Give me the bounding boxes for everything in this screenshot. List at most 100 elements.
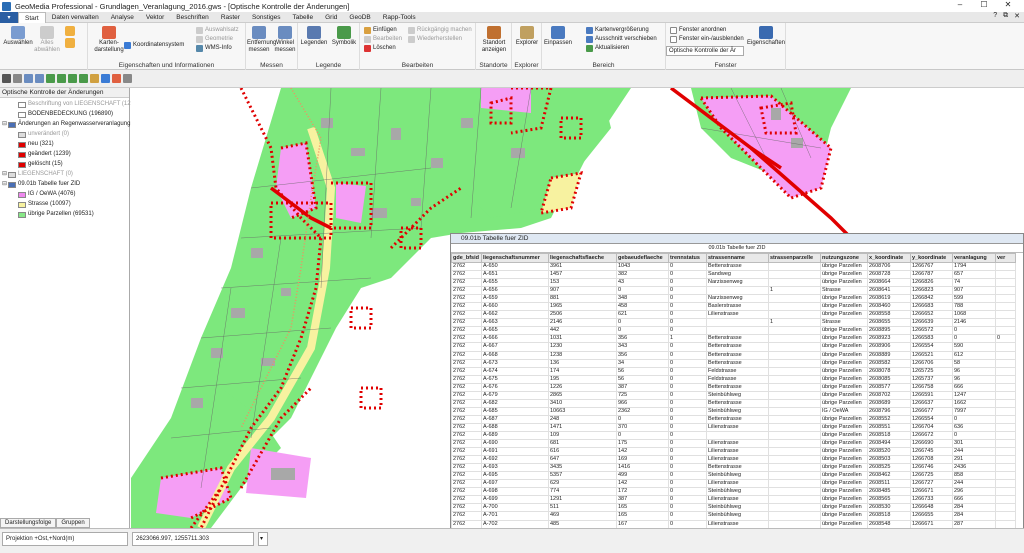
column-header[interactable]: gde_bfsid	[451, 253, 482, 263]
winkel-messen-button[interactable]: Winkel messen	[273, 26, 297, 54]
restore-icon[interactable]: ⧉	[1003, 12, 1008, 20]
table-row[interactable]: 2762 A-685 10663 2362 0 Steinbühlweg IG / OeWA…	[451, 406, 1016, 416]
tab-sonstiges[interactable]: Sonstiges	[246, 12, 287, 23]
table-row[interactable]: 2762 A-697 629 142 0 Lilienstrasse übrige Parz…	[451, 479, 1016, 489]
print-icon[interactable]	[13, 74, 22, 83]
layer-icon[interactable]	[112, 74, 121, 83]
table-row[interactable]: 2762 A-668 1238 356 0 Bettenstrasse übrige Par…	[451, 350, 1016, 360]
column-header[interactable]: liegenschaftsnummer	[481, 253, 549, 263]
help-icon[interactable]: ?	[993, 12, 997, 20]
coordinate-readout[interactable]: 2623066.997, 1255711.303	[132, 532, 254, 546]
tab-daten-verwalten[interactable]: Daten verwalten	[46, 12, 105, 23]
geometrie-button[interactable]: Geometrie	[196, 35, 233, 43]
table-row[interactable]: 2762 A-699 1291 387 0 Lilienstrasse übrige Par…	[451, 495, 1016, 505]
file-menu-button[interactable]: ▾	[0, 11, 18, 23]
einpassen-button[interactable]: Einpassen	[544, 26, 572, 47]
table-row[interactable]: 2762 A-689 109 0 0 übrige Parzellen 2608518 126…	[451, 430, 1016, 441]
wms-info-button[interactable]: WMS-Info	[196, 44, 232, 52]
column-header[interactable]: x_koordinate	[867, 253, 911, 263]
kartenvergroesserung-button[interactable]: Kartenvergrößerung	[586, 26, 649, 34]
column-header[interactable]: liegenschaftsflaeche	[548, 253, 617, 263]
column-header[interactable]: veranlagung	[952, 253, 996, 263]
column-header[interactable]: strassenparzelle	[768, 253, 821, 263]
auswaehlen-button[interactable]: Auswählen	[3, 26, 33, 47]
tab-beschriften[interactable]: Beschriften	[170, 12, 215, 23]
fit-all-icon[interactable]	[101, 74, 110, 83]
table-row[interactable]: 2762 A-650 3961 1043 0 Bettenstrasse übrige Pa…	[451, 261, 1016, 272]
table-row[interactable]: 2762 A-700 511 165 0 Steinbühlweg übrige Parze…	[451, 503, 1016, 513]
symbolik-button[interactable]: Symbolik	[330, 26, 358, 47]
close-icon[interactable]: ✕	[1014, 12, 1020, 20]
alles-abwaehlen-button[interactable]: Alles abwählen	[34, 26, 60, 54]
column-header[interactable]: nutzungszone	[820, 253, 868, 263]
table-row[interactable]: 2762 A-651 1457 382 0 Sandweg übrige Parzellen…	[451, 270, 1016, 280]
tab-rapp-tools[interactable]: Rapp-Tools	[377, 12, 422, 23]
table-row[interactable]: 2762 A-676 1226 387 0 Bettenstrasse übrige Par…	[451, 382, 1016, 392]
table-row[interactable]: 2762 A-701 469 165 0 Steinbühlweg übrige Parze…	[451, 511, 1016, 521]
tab-gruppen[interactable]: Gruppen	[56, 518, 90, 528]
legend-item[interactable]: Strasse (10097)	[12, 200, 71, 209]
legend-item[interactable]: neu (321)	[12, 140, 54, 149]
bearbeiten-button[interactable]: Bearbeiten	[364, 35, 402, 43]
table-row[interactable]: 2762 A-665 442 0 0 übrige Parzellen 2608895 126…	[451, 326, 1016, 336]
data-table[interactable]: gde_bfsid liegenschaftsnummer liegenschaft…	[451, 253, 1016, 545]
standort-anzeigen-button[interactable]: Standort anzeigen	[478, 26, 510, 54]
undo-icon[interactable]	[24, 74, 33, 83]
eigenschaften-button[interactable]: Eigenschaften	[746, 26, 786, 47]
legenden-button[interactable]: Legenden	[300, 26, 328, 47]
zoom-prev-icon[interactable]	[79, 74, 88, 83]
zoom-out-icon[interactable]	[57, 74, 66, 83]
fenster-ein-aus-button[interactable]: Fenster ein-/ausblenden	[670, 35, 744, 43]
window-dropdown[interactable]: Optische Kontrolle der Är	[666, 46, 744, 56]
koordinatensystem-button[interactable]: Koordinatensystem	[124, 41, 184, 49]
tab-geodb[interactable]: GeoDB	[343, 12, 376, 23]
wiederherstellen-button[interactable]: Wiederherstellen	[408, 35, 462, 43]
table-row[interactable]: 2762 A-660 1965 458 0 Baslerstrasse übrige Par…	[451, 302, 1016, 312]
legend-item[interactable]: geändert (1239)	[12, 150, 71, 159]
minimize-button[interactable]: –	[948, 0, 972, 9]
table-row[interactable]: 2762 A-688 1471 370 0 Lilienstrasse übrige Par…	[451, 422, 1016, 432]
column-header[interactable]: ver	[995, 253, 1016, 263]
column-header[interactable]: y_koordinate	[910, 253, 953, 263]
tab-darstellungsfolge[interactable]: Darstellungsfolge	[0, 518, 57, 528]
einfuegen-button[interactable]: Einfügen	[364, 26, 397, 34]
zoom-in-icon[interactable]	[46, 74, 55, 83]
table-row[interactable]: 2762 A-666 1031 356 1 Bettenstrasse übrige Par…	[451, 334, 1016, 344]
legend-item[interactable]: gelöscht (15)	[12, 160, 63, 169]
projection-dropdown[interactable]: Projektion +Ost,+Nord(m)	[2, 532, 128, 546]
table-row[interactable]: 2762 A-673 136 34 0 Bettenstrasse übrige Parze…	[451, 358, 1016, 368]
table-row[interactable]: 2762 A-656 907 0 0 1 Strasse 2608641 1266823 907	[451, 286, 1016, 296]
auswahlsatz-button[interactable]: Auswahlsatz	[196, 26, 239, 34]
tab-start[interactable]: Start	[18, 11, 46, 23]
legend-item[interactable]: übrige Parzellen (69531)	[12, 210, 94, 219]
aktualisieren-button[interactable]: Aktualisieren	[586, 44, 629, 52]
table-window[interactable]: 09.01b Tabelle fuer ZID 09.01b Tabelle f…	[450, 233, 1024, 553]
table-row[interactable]: 2762 A-659 881 348 0 Narzissenweg übrige Parze…	[451, 294, 1016, 304]
legend-item[interactable]: unverändert (0)	[12, 130, 69, 139]
tab-tabelle[interactable]: Tabelle	[287, 12, 320, 23]
table-row[interactable]: 2762 A-695 5357 499 0 Steinbühlweg übrige Parz…	[451, 471, 1016, 481]
table-row[interactable]: 2762 A-693 3435 1416 0 Bettenstrasse übrige Pa…	[451, 463, 1016, 473]
pan-tool-icon[interactable]	[90, 74, 99, 83]
loeschen-button[interactable]: Löschen	[364, 44, 396, 52]
table-row[interactable]: 2762 A-663 2146 0 0 1 Strasse 2608655 1266639 214…	[451, 318, 1016, 328]
table-row[interactable]: 2762 A-655 153 43 0 Narzissenweg übrige Parzel…	[451, 278, 1016, 288]
save-icon[interactable]	[2, 74, 11, 83]
measure-icon[interactable]	[123, 74, 132, 83]
legend-item[interactable]: BODENBEDECKUNG (196890)	[12, 110, 113, 119]
table-row[interactable]: 2762 A-702 485 167 0 Lilienstrasse übrige Parz…	[451, 519, 1016, 529]
legend-item[interactable]: IG / OeWA (4076)	[12, 190, 75, 199]
close-button[interactable]: ✕	[996, 0, 1020, 9]
tab-analyse[interactable]: Analyse	[105, 12, 140, 23]
coordinate-dropdown-arrow[interactable]: ▾	[258, 532, 268, 546]
table-row[interactable]: 2762 A-679 2865 725 0 Steinbühlweg übrige Parz…	[451, 390, 1016, 400]
rueckgaengig-button[interactable]: Rückgängig machen	[408, 26, 472, 34]
legend-item[interactable]: ⊟ Änderungen an Regenwasserveranlagung	[2, 120, 130, 129]
maximize-button[interactable]: ☐	[972, 0, 996, 9]
table-row[interactable]: 2762 A-662 2506 621 0 Lilienstrasse übrige Par…	[451, 310, 1016, 320]
kartendarstellung-button[interactable]: Karten-darstellung	[92, 26, 126, 54]
column-header[interactable]: strassenname	[706, 253, 769, 263]
column-header[interactable]: gebaeudeflaeche	[616, 253, 669, 263]
legend-item[interactable]: ⊟ 09.01b Tabelle fuer ZID	[2, 180, 80, 189]
redo-icon[interactable]	[35, 74, 44, 83]
